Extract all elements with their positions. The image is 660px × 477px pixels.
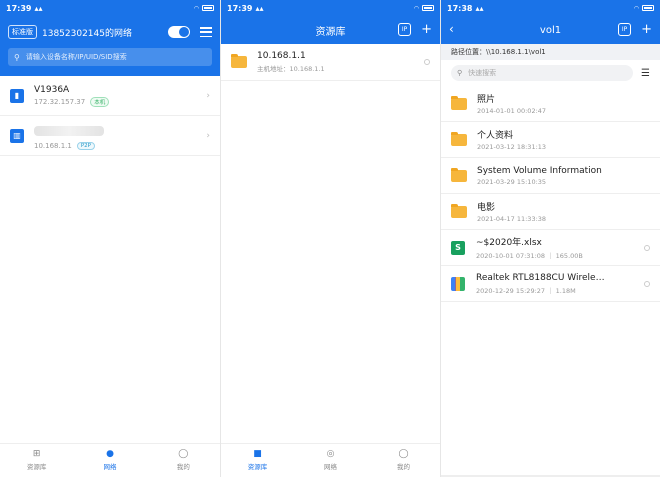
battery-icon (202, 5, 214, 11)
tab-network[interactable]: ◎ 网络 (294, 444, 367, 477)
file-meta: 2021-03-29 15:10:35 (477, 177, 547, 186)
back-icon[interactable]: ‹ (449, 22, 454, 36)
file-row[interactable]: System Volume Information 2021-03-29 15:1… (441, 158, 660, 194)
device-name-blurred (34, 126, 104, 136)
folder-icon (451, 95, 467, 110)
folder-icon (451, 203, 467, 218)
path-bar: 路径位置：\\10.168.1.1\vol1 (441, 44, 660, 60)
profile-icon: ◯ (398, 449, 409, 459)
grid-icon: ■ (253, 449, 262, 459)
folder-icon (231, 54, 247, 68)
spreadsheet-icon: S (451, 240, 465, 255)
folder-screen: 17:38 ▴▴ ◠ ‹ vol1 IP + 路径位置：\\10.168.1.1\… (440, 0, 660, 477)
device-search-placeholder: 请输入设备名称/IP/UID/SID搜索 (25, 53, 127, 61)
grid-icon: ⊞ (32, 449, 41, 459)
phone-device-icon: ▮ (10, 88, 24, 103)
select-radio[interactable] (644, 244, 650, 251)
file-row[interactable]: 个人资料 2021-03-12 18:31:13 (441, 122, 660, 158)
menu-icon[interactable] (200, 27, 212, 37)
signal-icon: ▴▴ (475, 3, 484, 13)
status-time: 17:39 (6, 3, 32, 13)
file-meta: 2014-01-01 00:02:47 (477, 107, 547, 115)
tab-library[interactable]: ⊞ 资源库 (0, 444, 73, 477)
file-meta: 2021-03-12 18:31:13 (477, 143, 547, 151)
status-bar: 17:39 ▴▴ ◠ (221, 0, 440, 16)
battery-icon (642, 5, 654, 11)
device-row-local[interactable]: ▮ V1936A 172.32.157.37 本机 › (0, 76, 220, 116)
select-radio[interactable] (644, 280, 650, 287)
local-tag: 本机 (90, 96, 110, 107)
device-search-input[interactable]: ⚲ 请输入设备名称/IP/UID/SID搜索 (8, 48, 212, 66)
folder-icon (451, 131, 467, 146)
host-address: 主机地址：10.168.1.1 (257, 65, 325, 73)
file-meta: 2021-04-17 11:33:38 (477, 215, 547, 223)
select-radio[interactable] (424, 59, 430, 65)
file-name: 照片 (477, 95, 496, 105)
edition-chip[interactable]: 标准版 (8, 25, 37, 39)
page-title: vol1 (539, 24, 562, 36)
add-icon[interactable]: + (421, 23, 432, 36)
ip-connect-icon[interactable]: IP (618, 23, 632, 36)
signal-icon: ▴▴ (255, 3, 264, 13)
library-screen: 17:39 ▴▴ ◠ 资源库 IP + 10.168.1.1 主机地址：10.16… (220, 0, 440, 477)
signal-icon: ▴▴ (34, 3, 43, 13)
device-ip: 10.168.1.1 (34, 142, 72, 150)
quick-search-placeholder: 快速搜索 (468, 69, 497, 77)
status-time: 17:38 (447, 3, 473, 13)
wifi-icon: ◠ (193, 4, 199, 12)
status-bar: 17:39 ▴▴ ◠ (0, 0, 220, 16)
host-name: 10.168.1.1 (257, 51, 306, 61)
profile-icon: ◯ (178, 449, 189, 459)
ip-connect-icon[interactable]: IP (398, 23, 412, 36)
sort-icon[interactable]: ☰ (641, 68, 650, 79)
network-screen: 17:39 ▴▴ ◠ 标准版 13852302145的网络 ⚲ 请输入设备名称/I… (0, 0, 220, 477)
tab-mine[interactable]: ◯ 我的 (147, 444, 220, 477)
archive-icon (451, 276, 465, 291)
chevron-right-icon: › (206, 130, 210, 141)
file-row[interactable]: Realtek RTL8188CU Wirele… 2020-12-29 15:2… (441, 266, 660, 302)
network-name: 13852302145的网络 (42, 28, 132, 39)
router-device-icon: ▥ (10, 128, 24, 143)
p2p-tag: P2P (76, 142, 95, 150)
file-name: System Volume Information (477, 165, 602, 176)
host-row[interactable]: 10.168.1.1 主机地址：10.168.1.1 (221, 44, 440, 81)
page-title: 资源库 (315, 26, 346, 38)
file-meta: 2020-10-01 07:31:08 ｜ 165.00B (476, 252, 583, 260)
battery-icon (422, 5, 434, 11)
tab-mine[interactable]: ◯ 我的 (367, 444, 440, 477)
status-time: 17:39 (227, 3, 253, 13)
wifi-icon: ◠ (633, 4, 639, 12)
folder-icon (451, 167, 467, 182)
tab-library[interactable]: ■ 资源库 (221, 444, 294, 477)
file-row[interactable]: 照片 2014-01-01 00:02:47 (441, 86, 660, 122)
file-meta: 2020-12-29 15:29:27 ｜ 1.18M (476, 286, 576, 295)
add-icon[interactable]: + (641, 23, 652, 36)
file-name: ~$2020年.xlsx (476, 238, 542, 248)
folder-header: 17:38 ▴▴ ◠ ‹ vol1 IP + (441, 0, 660, 44)
device-name: V1936A (34, 84, 70, 95)
bottom-tab-bar: ■ 资源库 ◎ 网络 ◯ 我的 (221, 443, 440, 477)
file-row[interactable]: S ~$2020年.xlsx 2020-10-01 07:31:08 ｜ 165.… (441, 230, 660, 266)
file-name: Realtek RTL8188CU Wirele… (476, 272, 605, 283)
device-row-router[interactable]: ▥ 10.168.1.1 P2P › (0, 116, 220, 156)
search-icon: ⚲ (14, 52, 20, 62)
status-bar: 17:38 ▴▴ ◠ (441, 0, 660, 16)
file-name: 电影 (477, 203, 496, 213)
chevron-right-icon: › (206, 90, 210, 101)
wifi-icon: ◠ (413, 4, 419, 12)
network-icon: ● (106, 449, 114, 459)
device-ip: 172.32.157.37 (34, 97, 86, 106)
search-icon: ⚲ (457, 69, 463, 77)
bottom-tab-bar: ⊞ 资源库 ● 网络 ◯ 我的 (0, 443, 220, 477)
network-header: 17:39 ▴▴ ◠ 标准版 13852302145的网络 ⚲ 请输入设备名称/I… (0, 0, 220, 76)
tab-network[interactable]: ● 网络 (73, 444, 146, 477)
quick-search-input[interactable]: ⚲ 快速搜索 (451, 65, 634, 81)
file-name: 个人资料 (477, 131, 514, 141)
network-toggle[interactable] (168, 26, 190, 38)
network-icon: ◎ (326, 449, 335, 459)
file-row[interactable]: 电影 2021-04-17 11:33:38 (441, 194, 660, 230)
screenshot-triptych: 17:39 ▴▴ ◠ 标准版 13852302145的网络 ⚲ 请输入设备名称/I… (0, 0, 660, 477)
library-header: 17:39 ▴▴ ◠ 资源库 IP + (221, 0, 440, 44)
